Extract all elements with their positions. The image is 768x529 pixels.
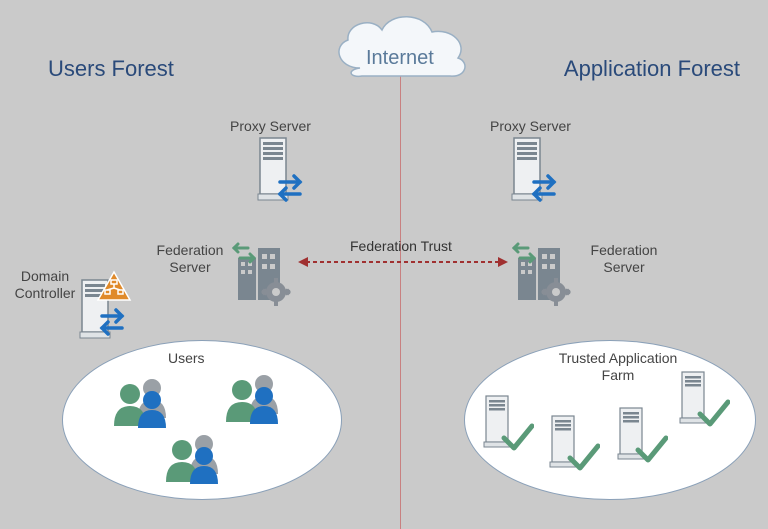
- farm-server-1: [480, 392, 534, 456]
- federation-trust-label: Federation Trust: [350, 238, 452, 255]
- federation-server-right-icon: [508, 238, 578, 316]
- proxy-server-left-icon: [252, 132, 312, 212]
- internet-label: Internet: [366, 46, 434, 70]
- federation-server-left-icon: [228, 238, 298, 316]
- users-label: Users: [168, 350, 205, 367]
- domain-controller-icon: [74, 268, 144, 348]
- users-forest-title: Users Forest: [48, 56, 174, 82]
- domain-controller-label: Domain Controller: [10, 268, 80, 302]
- proxy-server-right-icon: [506, 132, 566, 212]
- farm-server-3: [614, 404, 668, 468]
- federation-trust-arrow: [296, 252, 510, 272]
- users-cluster-1: [108, 374, 178, 428]
- farm-server-4: [676, 368, 730, 432]
- fed-server-right-label: Federation Server: [584, 242, 664, 276]
- users-cluster-3: [160, 430, 230, 484]
- fed-server-left-label: Federation Server: [150, 242, 230, 276]
- forest-divider: [400, 76, 401, 529]
- farm-server-2: [546, 412, 600, 476]
- app-forest-title: Application Forest: [564, 56, 740, 82]
- app-farm-label: Trusted Application Farm: [548, 350, 688, 384]
- users-cluster-2: [220, 370, 290, 424]
